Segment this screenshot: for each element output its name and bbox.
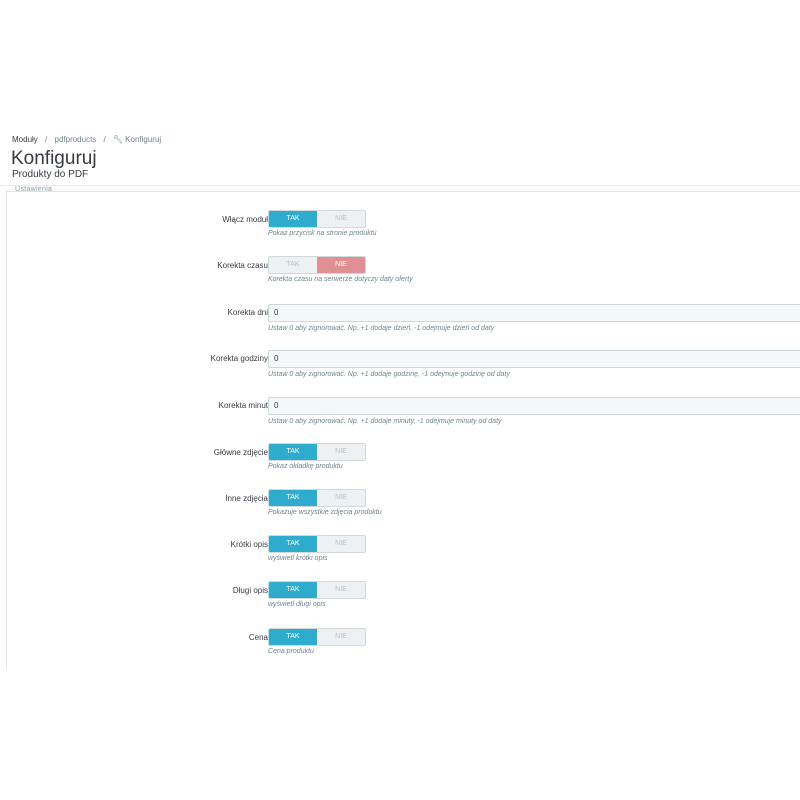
breadcrumb-item-configure: Konfiguruj bbox=[125, 135, 162, 144]
yes-no-switch[interactable]: TAK NIE bbox=[268, 443, 366, 461]
switch-control: TAK NIE bbox=[268, 628, 366, 646]
switch-option-yes[interactable]: TAK bbox=[269, 257, 317, 273]
panel-heading: Ustawienia bbox=[15, 186, 53, 193]
switch-option-no[interactable]: NIE bbox=[317, 536, 365, 552]
field-label: Krótki opis bbox=[230, 540, 268, 549]
help-text: Pokazuje wszystkie zdjęcia produktu bbox=[268, 509, 382, 516]
field-label: Długi opis bbox=[232, 586, 268, 595]
number-input[interactable] bbox=[268, 303, 800, 322]
breadcrumb-item-modules[interactable]: Moduły bbox=[12, 135, 38, 144]
switch-option-no[interactable]: NIE bbox=[317, 257, 365, 273]
switch-option-no[interactable]: NIE bbox=[317, 629, 365, 645]
help-text: Korekta czasu na serwerze dotyczy daty o… bbox=[268, 276, 413, 283]
yes-no-switch[interactable]: TAK NIE bbox=[268, 581, 366, 599]
switch-control: TAK NIE bbox=[268, 535, 366, 553]
yes-no-switch[interactable]: TAK NIE bbox=[268, 256, 366, 274]
switch-option-yes[interactable]: TAK bbox=[269, 490, 317, 506]
wrench-icon: 🔧︎ bbox=[113, 135, 124, 144]
switch-option-yes[interactable]: TAK bbox=[269, 211, 317, 227]
help-text: Ustaw 0 aby zignorować. Np. +1 dodaje mi… bbox=[268, 418, 502, 425]
help-text: Ustaw 0 aby zignorować. Np. +1 dodaje dz… bbox=[268, 325, 495, 332]
switch-control: TAK NIE bbox=[268, 581, 366, 599]
field-label: Korekta dni bbox=[227, 308, 268, 317]
field-label: Korekta minut bbox=[218, 401, 268, 410]
text-control bbox=[268, 348, 800, 368]
switch-control: TAK NIE bbox=[268, 210, 366, 228]
switch-option-no[interactable]: NIE bbox=[317, 582, 365, 598]
switch-control: TAK NIE bbox=[268, 256, 366, 274]
yes-no-switch[interactable]: TAK NIE bbox=[268, 489, 366, 507]
switch-option-yes[interactable]: TAK bbox=[269, 582, 317, 598]
page-subtitle: Produkty do PDF bbox=[12, 169, 89, 180]
switch-option-yes[interactable]: TAK bbox=[269, 444, 317, 460]
field-label: Główne zdjęcie bbox=[213, 448, 268, 457]
field-label: Włącz moduł bbox=[222, 215, 268, 224]
field-label: Cena bbox=[248, 633, 268, 642]
yes-no-switch[interactable]: TAK NIE bbox=[268, 628, 366, 646]
text-control bbox=[268, 302, 800, 322]
help-text: wyświetl krótki opis bbox=[268, 555, 328, 562]
switch-control: TAK NIE bbox=[268, 443, 366, 461]
field-label: Korekta godziny bbox=[210, 354, 268, 363]
yes-no-switch[interactable]: TAK NIE bbox=[268, 535, 366, 553]
help-text: Pokaż okładkę produktu bbox=[268, 463, 343, 470]
field-label: Inne zdjęcia bbox=[225, 494, 268, 503]
number-input[interactable] bbox=[268, 396, 800, 415]
field-label: Korekta czasu bbox=[217, 261, 268, 270]
help-text: wyświetl długi opis bbox=[268, 601, 326, 608]
help-text: Pokaż przycisk na stronie produktu bbox=[268, 230, 377, 237]
switch-option-no[interactable]: NIE bbox=[317, 490, 365, 506]
page-title: Konfiguruj bbox=[11, 148, 97, 169]
text-control bbox=[268, 395, 800, 415]
breadcrumb-item-module[interactable]: pdfproducts bbox=[55, 135, 97, 144]
switch-option-no[interactable]: NIE bbox=[317, 444, 365, 460]
settings-panel: Ustawienia Włącz moduł TAK NIE Pokaż przyci… bbox=[6, 186, 800, 668]
breadcrumb-separator: / bbox=[45, 135, 48, 144]
yes-no-switch[interactable]: TAK NIE bbox=[268, 210, 366, 228]
breadcrumb-separator: / bbox=[103, 135, 106, 144]
help-text: Ustaw 0 aby zignorować. Np. +1 dodaje go… bbox=[268, 371, 510, 378]
switch-option-yes[interactable]: TAK bbox=[269, 629, 317, 645]
breadcrumb: Moduły / pdfproducts / 🔧︎ Konfiguruj bbox=[12, 135, 161, 144]
number-input[interactable] bbox=[268, 349, 800, 368]
help-text: Cena produktu bbox=[268, 648, 314, 655]
header-divider bbox=[0, 185, 800, 186]
switch-option-yes[interactable]: TAK bbox=[269, 536, 317, 552]
switch-control: TAK NIE bbox=[268, 489, 366, 507]
switch-option-no[interactable]: NIE bbox=[317, 211, 365, 227]
